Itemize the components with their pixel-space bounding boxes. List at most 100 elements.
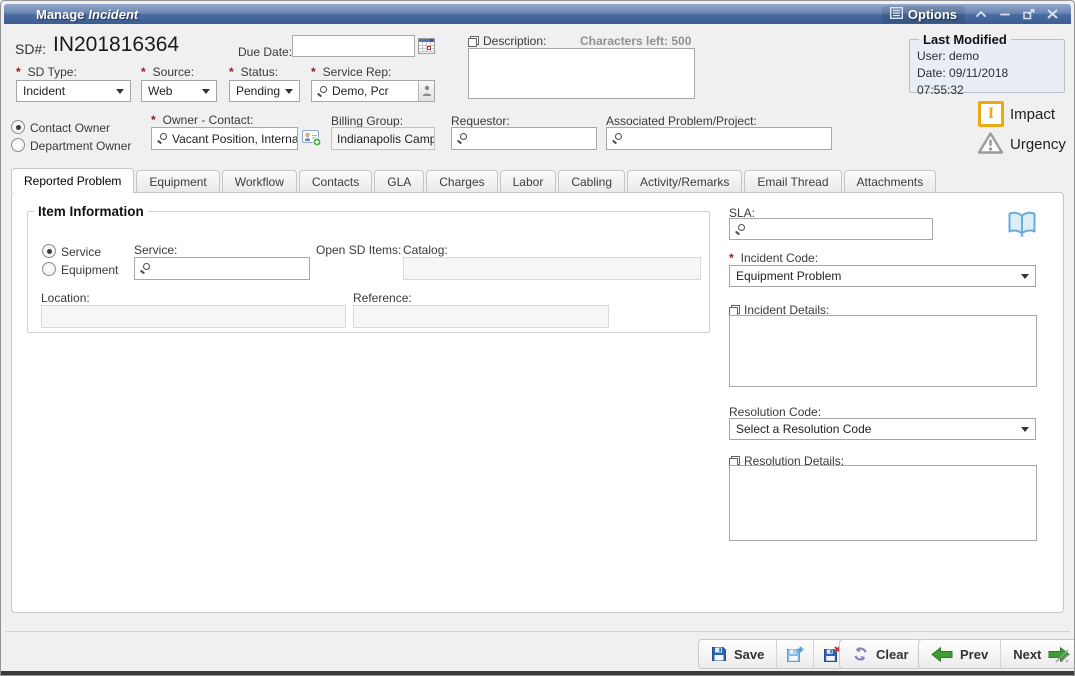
service-rep-field[interactable]: [311, 80, 435, 102]
window-title-object: Incident: [88, 7, 138, 22]
service-rep-selector-button[interactable]: [418, 81, 434, 101]
close-button[interactable]: [1044, 7, 1061, 22]
tab-attachments[interactable]: Attachments: [844, 170, 937, 192]
search-icon: [157, 133, 168, 144]
description-textarea[interactable]: [468, 48, 695, 99]
close-icon: [1047, 9, 1058, 19]
tab-labor[interactable]: Labor: [500, 170, 557, 192]
collapse-button[interactable]: [972, 7, 989, 22]
contact-owner-label: Contact Owner: [30, 121, 110, 135]
save-floppy-icon: [711, 646, 727, 662]
tab-charges[interactable]: Charges: [426, 170, 497, 192]
required-marker: *: [311, 65, 316, 79]
resolution-code-select[interactable]: Select a Resolution Code: [729, 418, 1036, 440]
reference-input: [353, 305, 609, 328]
tab-email-thread[interactable]: Email Thread: [744, 170, 841, 192]
required-marker: *: [16, 65, 21, 79]
status-select[interactable]: Pending: [229, 80, 300, 102]
expand-incident-details-icon[interactable]: [729, 305, 740, 316]
characters-left-counter: Characters left: 500: [580, 34, 691, 48]
urgency-label: Urgency: [1010, 136, 1066, 153]
department-owner-radio[interactable]: [11, 138, 25, 152]
owner-contact-field[interactable]: [151, 127, 298, 150]
resolution-code-label: Resolution Code:: [729, 405, 821, 419]
tab-equipment[interactable]: Equipment: [136, 170, 219, 192]
tab-gla[interactable]: GLA: [374, 170, 424, 192]
source-label: Source:: [153, 65, 194, 79]
chevron-down-icon: [285, 89, 293, 94]
minimize-icon: [999, 9, 1011, 19]
last-modified-user: User: demo: [917, 48, 1057, 65]
impact-icon[interactable]: I: [978, 101, 1004, 127]
service-field[interactable]: [134, 257, 310, 280]
sd-type-select[interactable]: Incident: [16, 80, 131, 102]
incident-code-label: Incident Code:: [741, 251, 818, 265]
associated-problem-input[interactable]: [627, 132, 831, 146]
last-modified-legend: Last Modified: [919, 32, 1011, 47]
sd-type-label: SD Type:: [28, 65, 77, 79]
owner-contact-input[interactable]: [172, 132, 297, 146]
requestor-label: Requestor:: [451, 114, 510, 128]
expand-description-icon[interactable]: [468, 36, 479, 47]
contact-owner-radio[interactable]: [11, 120, 25, 134]
sd-type-value: Incident: [23, 84, 65, 98]
search-icon: [457, 133, 468, 144]
add-contact-button[interactable]: [302, 129, 322, 152]
requestor-field[interactable]: [451, 127, 597, 150]
options-button[interactable]: Options: [882, 6, 965, 23]
save-button-label: Save: [734, 647, 764, 662]
manage-incident-window: ManageIncident Options SD#: IN2: [0, 0, 1075, 676]
popout-button[interactable]: [1020, 7, 1037, 22]
associated-problem-label: Associated Problem/Project:: [606, 114, 757, 128]
sla-field[interactable]: [729, 218, 933, 240]
nav-button-group: Prev Next: [918, 639, 1075, 669]
required-marker: *: [151, 113, 156, 127]
associated-problem-field[interactable]: [606, 127, 832, 150]
save-button[interactable]: Save: [699, 640, 776, 668]
due-date-calendar-button[interactable]: [418, 38, 435, 59]
source-value: Web: [148, 84, 172, 98]
resize-grip[interactable]: [1055, 649, 1069, 668]
arrow-left-icon: [931, 647, 953, 662]
clear-button-label: Clear: [876, 647, 909, 662]
requestor-input[interactable]: [472, 132, 596, 146]
urgency-icon[interactable]: [977, 131, 1004, 160]
options-label: Options: [908, 7, 957, 22]
resolution-details-textarea[interactable]: [729, 465, 1037, 541]
tab-cabling[interactable]: Cabling: [558, 170, 625, 192]
popout-icon: [1023, 9, 1035, 20]
sd-number-label: SD#:: [15, 41, 46, 57]
save-and-new-button[interactable]: [776, 640, 813, 668]
item-information-box: Item Information Service Equipment Servi…: [27, 204, 710, 333]
incident-details-textarea[interactable]: [729, 315, 1037, 387]
save-new-floppy-icon: [786, 646, 804, 663]
service-rep-input[interactable]: [332, 84, 414, 98]
impact-label: Impact: [1010, 106, 1055, 123]
required-marker: *: [229, 65, 234, 79]
incident-code-select[interactable]: Equipment Problem: [729, 265, 1036, 287]
tab-activity-remarks[interactable]: Activity/Remarks: [627, 170, 742, 192]
service-radio[interactable]: [42, 244, 56, 258]
prev-button[interactable]: Prev: [919, 640, 1000, 668]
warning-triangle-icon: [977, 131, 1004, 155]
equipment-radio[interactable]: [42, 262, 56, 276]
due-date-input[interactable]: [292, 35, 415, 57]
refresh-icon: [852, 646, 869, 662]
sd-number-value: IN201816364: [53, 33, 179, 57]
contact-card-add-icon: [302, 129, 322, 147]
tab-workflow[interactable]: Workflow: [222, 170, 297, 192]
search-icon: [735, 224, 746, 235]
sla-input[interactable]: [750, 222, 932, 236]
chevron-down-icon: [202, 89, 210, 94]
clear-button[interactable]: Clear: [840, 640, 921, 668]
tab-contacts[interactable]: Contacts: [299, 170, 372, 192]
source-select[interactable]: Web: [141, 80, 217, 102]
service-input[interactable]: [155, 262, 309, 276]
titlebar: ManageIncident Options: [4, 4, 1071, 24]
department-owner-label: Department Owner: [30, 139, 131, 153]
tab-reported-problem[interactable]: Reported Problem: [11, 168, 134, 193]
minimize-button[interactable]: [996, 7, 1013, 22]
person-icon: [422, 85, 432, 97]
location-input: [41, 305, 346, 328]
sla-lookup-button[interactable]: [1007, 211, 1037, 243]
